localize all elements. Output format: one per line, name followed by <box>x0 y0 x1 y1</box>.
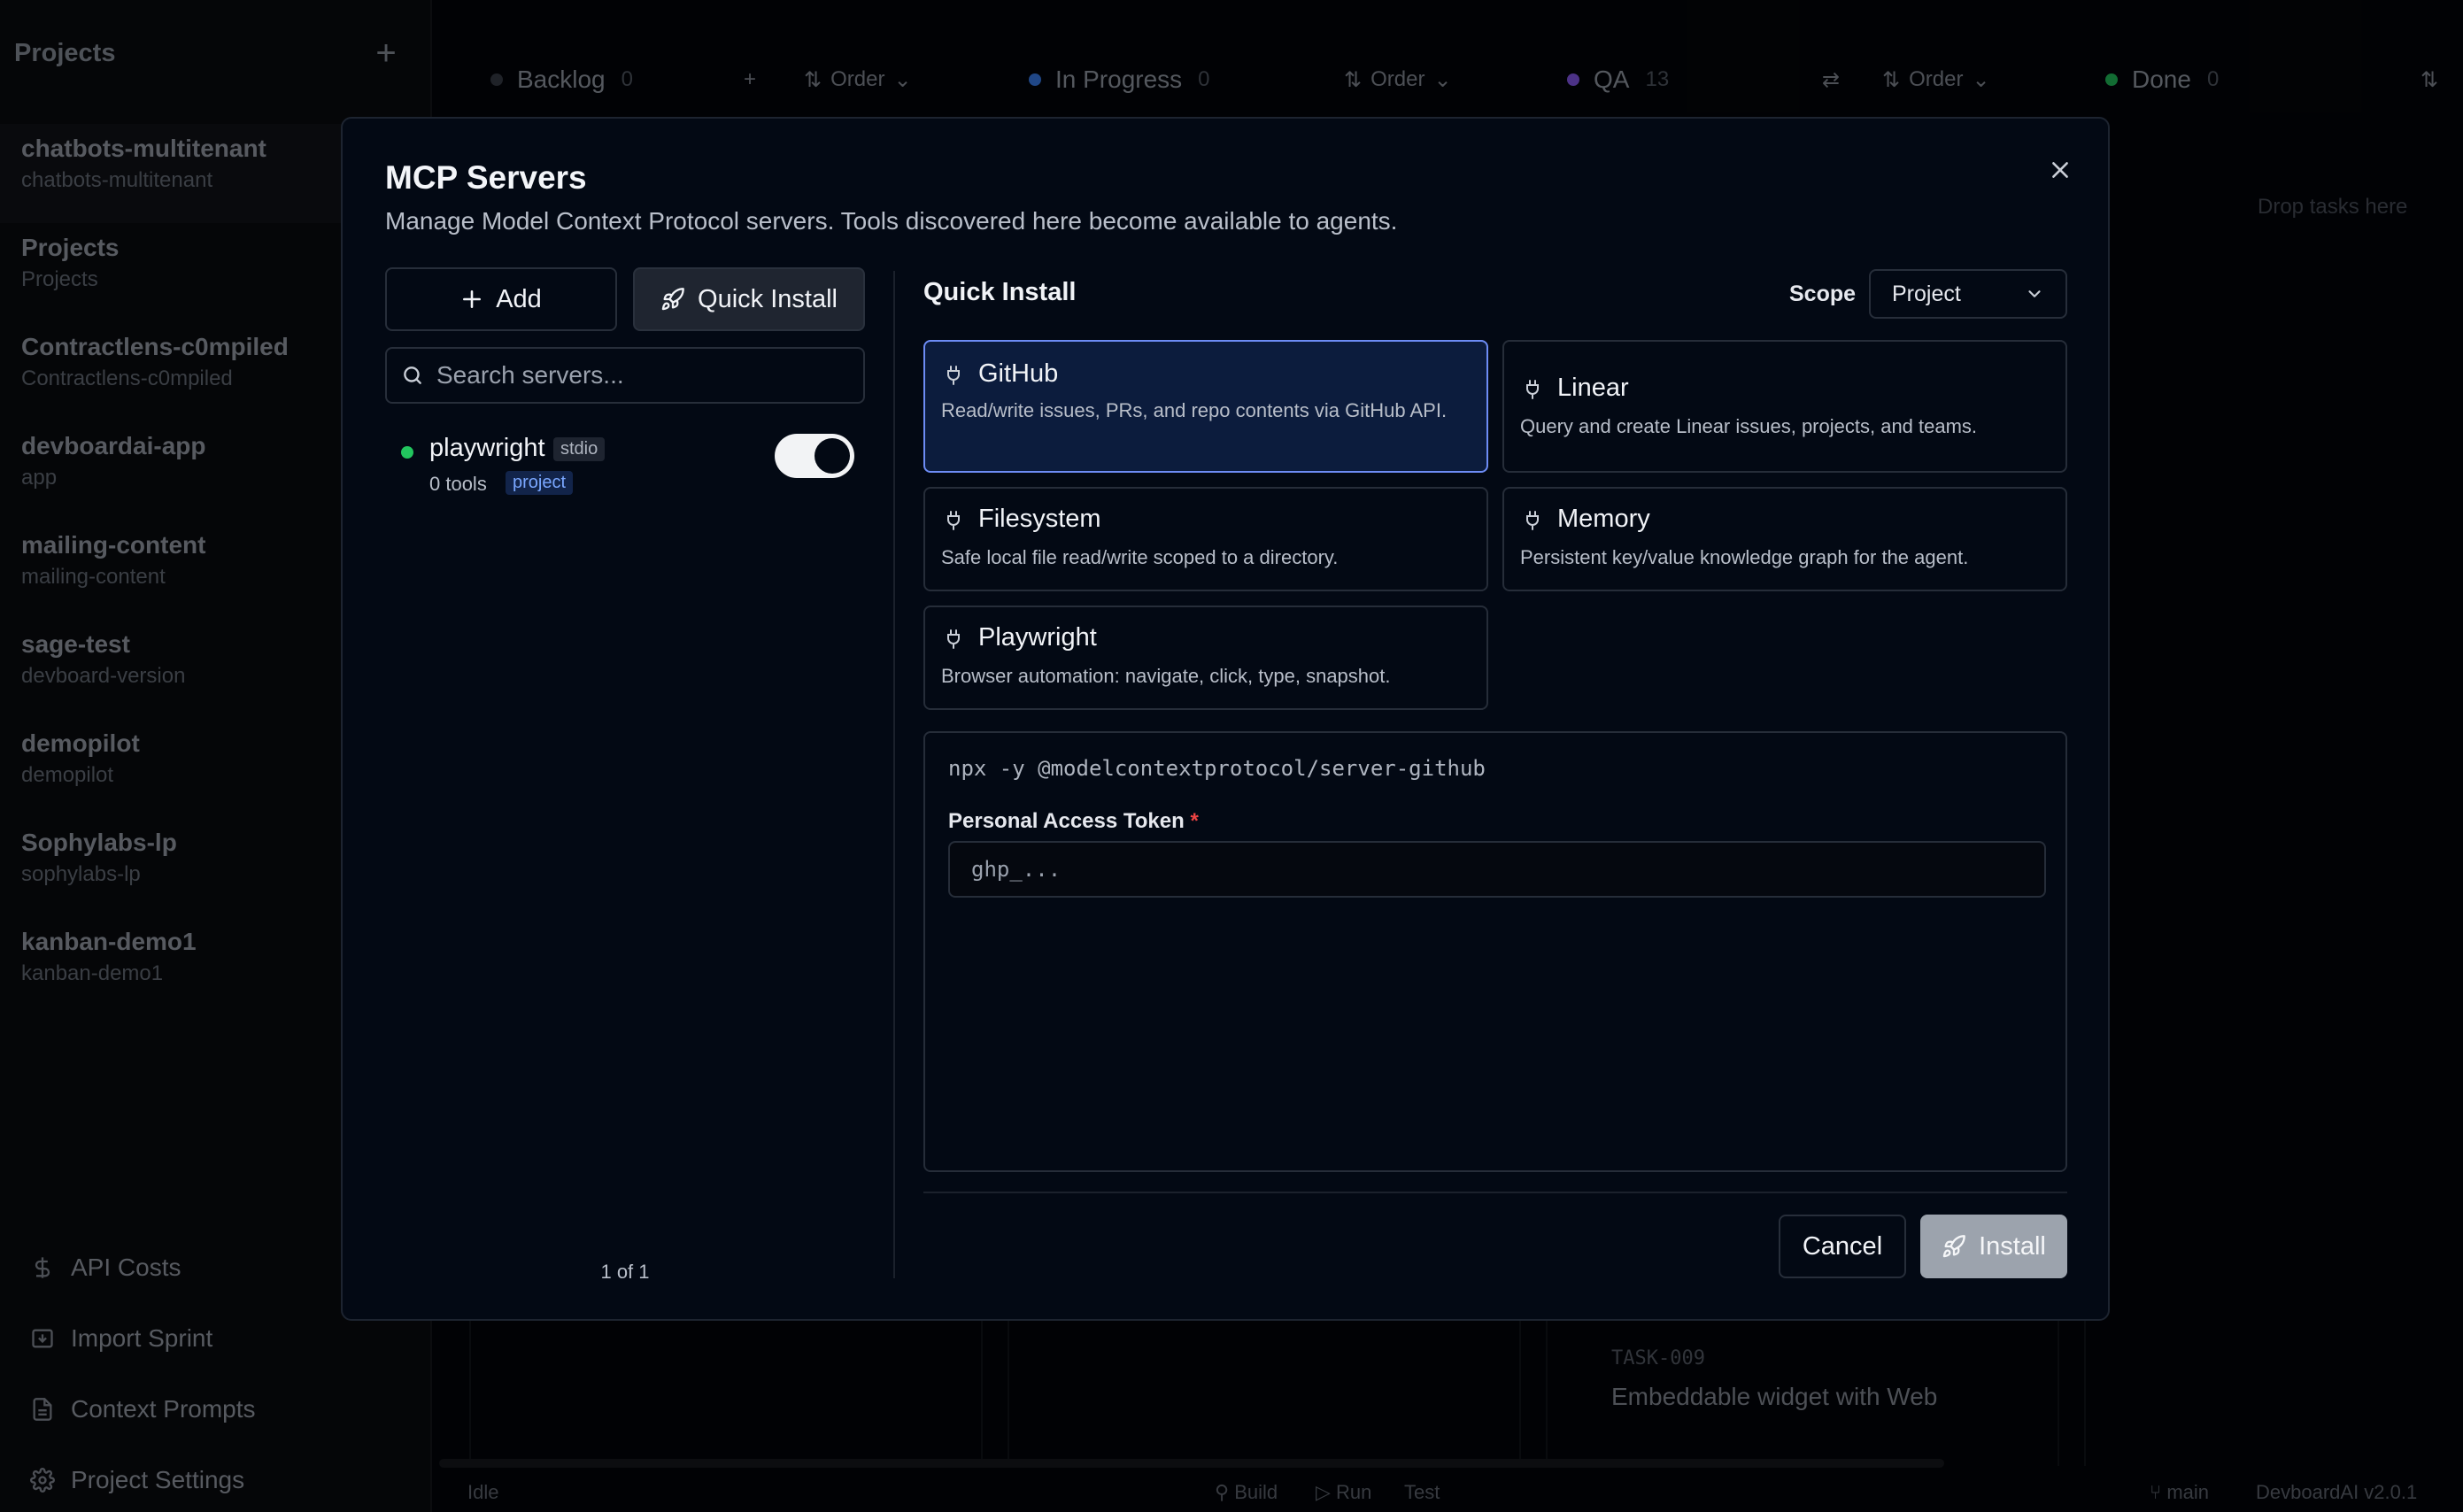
card-title: Filesystem <box>978 505 1101 533</box>
chevron-down-icon <box>2028 290 2041 297</box>
server-enabled-toggle[interactable] <box>775 434 854 478</box>
plug-icon <box>943 508 964 537</box>
token-label-text: Personal Access Token <box>948 809 1185 833</box>
required-marker: * <box>1190 809 1199 833</box>
plus-icon <box>460 288 483 311</box>
preset-card-github[interactable]: GitHub Read/write issues, PRs, and repo … <box>923 340 1488 473</box>
token-input[interactable] <box>971 857 2034 882</box>
card-description: Query and create Linear issues, projects… <box>1520 415 1978 437</box>
plug-icon <box>943 627 964 656</box>
preset-card-memory[interactable]: Memory Persistent key/value knowledge gr… <box>1502 487 2067 591</box>
rocket-icon <box>660 287 685 312</box>
server-pagination: 1 of 1 <box>600 1261 650 1283</box>
card-title: Memory <box>1557 505 1650 533</box>
footer-divider <box>923 1192 2067 1193</box>
close-button[interactable] <box>2041 150 2080 189</box>
mcp-servers-dialog: MCP Servers Manage Model Context Protoco… <box>341 117 2110 1321</box>
install-label: Install <box>1979 1231 2046 1261</box>
add-label: Add <box>496 284 542 313</box>
close-icon <box>2052 162 2068 178</box>
server-name: playwright <box>429 434 545 462</box>
search-icon <box>404 366 421 384</box>
preset-card-filesystem[interactable]: Filesystem Safe local file read/write sc… <box>923 487 1488 591</box>
card-title: GitHub <box>978 359 1059 388</box>
card-title: Linear <box>1557 374 1629 402</box>
search-input[interactable] <box>436 361 861 390</box>
scope-value: Project <box>1892 281 1961 306</box>
preset-card-linear[interactable]: Linear Query and create Linear issues, p… <box>1502 340 2067 473</box>
scope-label: Scope <box>1789 282 1857 306</box>
card-description: Read/write issues, PRs, and repo content… <box>941 399 1448 421</box>
plug-icon <box>1522 508 1543 537</box>
server-search <box>385 347 865 404</box>
scope-select[interactable]: Project <box>1869 269 2067 319</box>
card-title: Playwright <box>978 623 1097 652</box>
preset-card-playwright[interactable]: Playwright Browser automation: navigate,… <box>923 606 1488 710</box>
install-command: npx -y @modelcontextprotocol/server-gith… <box>948 756 1486 781</box>
card-description: Safe local file read/write scoped to a d… <box>941 546 1339 568</box>
scope-badge: project <box>506 471 574 495</box>
cancel-label: Cancel <box>1802 1231 1883 1261</box>
card-description: Browser automation: navigate, click, typ… <box>941 665 1391 687</box>
add-server-button[interactable]: Add <box>385 267 617 331</box>
dialog-description: Manage Model Context Protocol servers. T… <box>385 207 1398 235</box>
card-description: Persistent key/value knowledge graph for… <box>1520 546 1969 568</box>
cancel-button[interactable]: Cancel <box>1779 1215 1906 1278</box>
quick-install-button[interactable]: Quick Install <box>633 267 865 331</box>
quick-install-title: Quick Install <box>923 278 1077 306</box>
transport-badge: stdio <box>553 437 606 461</box>
plug-icon <box>943 363 964 392</box>
panel-divider <box>893 271 895 1278</box>
token-label: Personal Access Token * <box>948 809 1199 834</box>
install-button[interactable]: Install <box>1920 1215 2067 1278</box>
server-tool-count: 0 tools <box>429 473 487 495</box>
install-config-panel: npx -y @modelcontextprotocol/server-gith… <box>923 731 2067 1172</box>
toggle-knob <box>815 438 850 474</box>
quick-install-label: Quick Install <box>698 284 838 313</box>
dialog-title: MCP Servers <box>385 159 587 196</box>
plug-icon <box>1522 377 1543 406</box>
token-field <box>948 841 2046 898</box>
server-status-dot <box>401 446 413 459</box>
rocket-icon <box>1942 1234 1966 1259</box>
